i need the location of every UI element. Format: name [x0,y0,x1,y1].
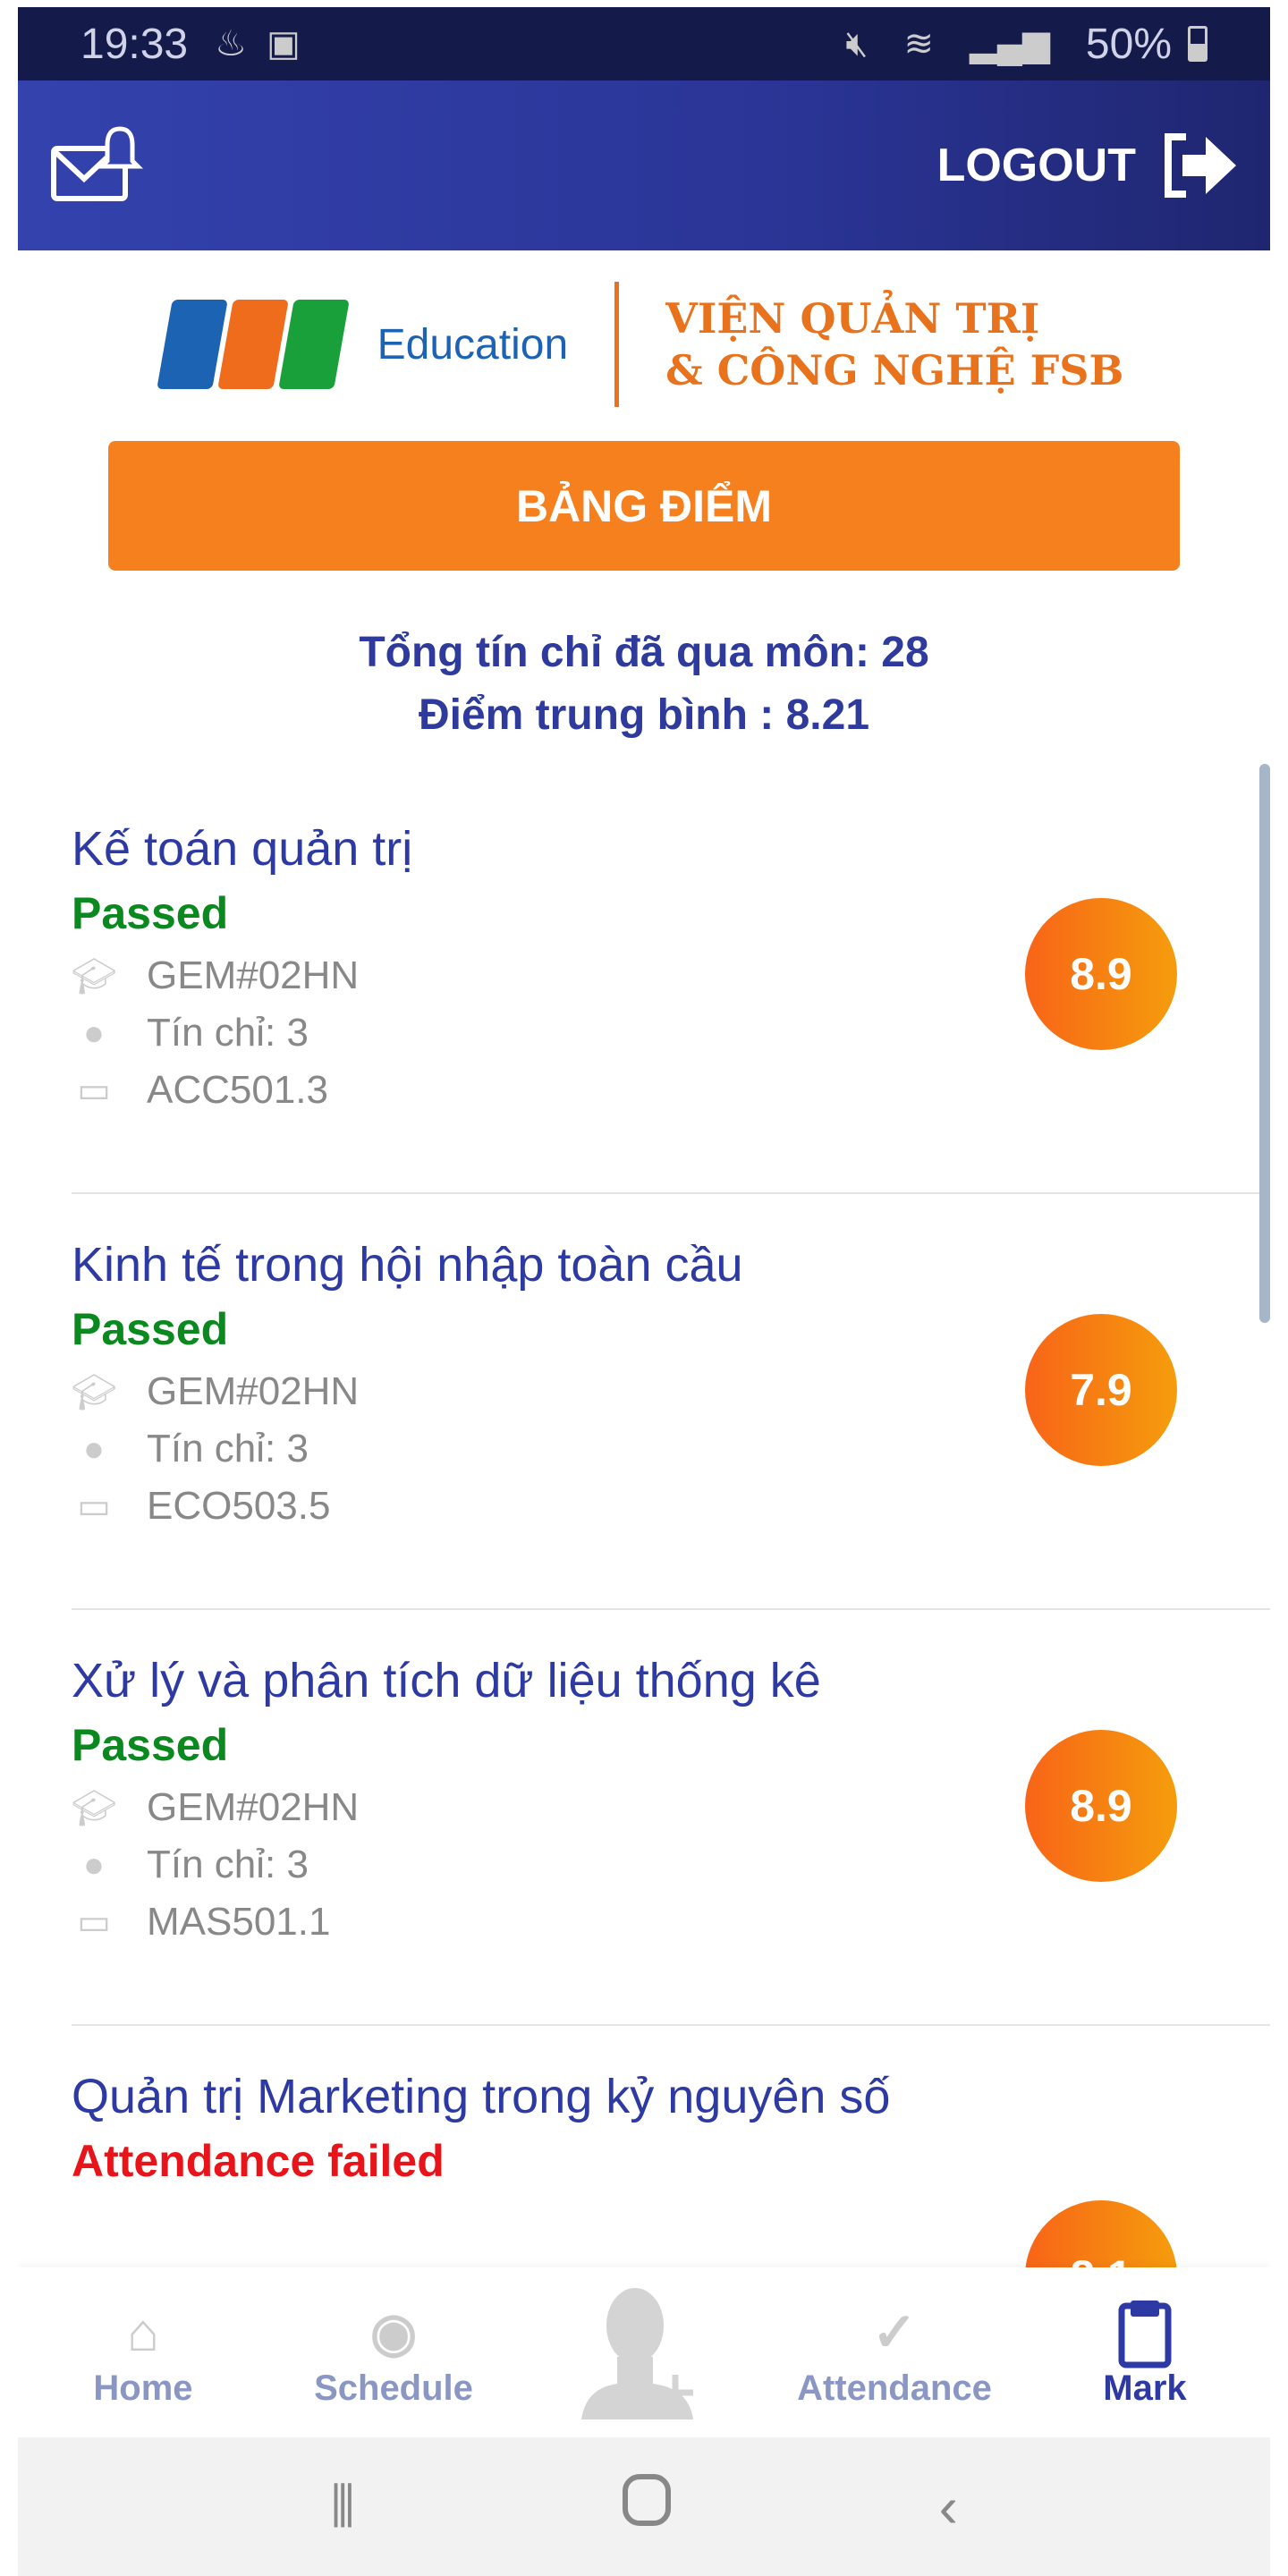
transcript-button[interactable]: BẢNG ĐIỂM [108,441,1180,571]
eye-icon: ◉ [369,2301,418,2362]
laptop-icon: ▭ [77,1487,111,1526]
institute-line-2: & CÔNG NGHỆ FSB [665,346,1124,394]
graduation-cap-icon: 🎓︎ [72,956,117,996]
score-badge: 8.9 [1025,1730,1177,1882]
course-name: Kế toán quản trị [72,822,413,876]
back-icon[interactable]: ‹ [939,2474,958,2540]
education-text: Education [377,320,569,369]
scrollbar[interactable] [1259,764,1270,1323]
status-bar: 19:33 ♨ ▣ 🔇︎ ≋ ▂▄▆ 50% [18,7,1270,80]
nav-attendance-label: Attendance [797,2368,992,2408]
course-status: Attendance failed [72,2136,445,2186]
recent-apps-icon[interactable]: ⦀ [330,2473,355,2540]
course-name: Xử lý và phân tích dữ liệu thống kê [72,1654,821,1707]
notification-icon: ♨ [215,24,247,64]
gpa: Điểm trung bình : 8.21 [418,691,870,739]
laptop-icon: ▭ [77,1071,111,1110]
course-name: Quản trị Marketing trong kỷ nguyên số [72,2070,891,2123]
institute-line-1: VIỆN QUẢN TRỊ [665,294,1040,343]
fpt-logo [156,300,350,389]
home-icon: ⌂ [126,2302,160,2362]
score-badge: 8.9 [1025,898,1177,1050]
clipboard-icon [1118,2300,1172,2368]
nav-profile[interactable] [519,2267,769,2437]
nav-schedule[interactable]: ◉ Schedule [268,2267,519,2437]
course-item[interactable]: Quản trị Marketing trong kỷ nguyên số At… [72,2026,1270,2267]
home-button-icon[interactable] [622,2473,672,2540]
course-code: ▭ ECO503.5 [72,1478,1270,1535]
credits-text: Tín chỉ: 3 [147,1427,309,1470]
battery-percent: 50% [1085,20,1172,68]
app-screen: 19:33 ♨ ▣ 🔇︎ ≋ ▂▄▆ 50% LOGOUT Education … [18,0,1270,2576]
mute-icon: 🔇︎ [845,23,869,64]
class-text: GEM#02HN [147,1369,360,1413]
bottom-nav: ⌂ Home ◉ Schedule ✓ Attendance Mark [18,2267,1270,2437]
nav-home[interactable]: ⌂ Home [18,2267,268,2437]
grade-summary: Tổng tín chỉ đã qua môn: 28 Điểm trung b… [18,622,1270,747]
nav-home-label: Home [93,2368,193,2408]
wifi-icon: ≋ [903,24,935,64]
user-circle-icon: ● [82,1428,106,1469]
mail-notification-icon[interactable] [48,123,147,208]
nav-schedule-label: Schedule [314,2368,473,2408]
logout-button[interactable]: LOGOUT [937,131,1240,199]
signal-icon: ▂▄▆ [970,24,1050,64]
code-text: MAS501.1 [147,1900,331,1944]
course-name: Kinh tế trong hội nhập toàn cầu [72,1238,743,1292]
laptop-icon: ▭ [77,1902,111,1942]
status-time: 19:33 [80,20,189,68]
graduation-cap-icon: 🎓︎ [72,1788,117,1828]
total-credits: Tổng tín chỉ đã qua môn: 28 [359,629,929,676]
course-code: ▭ MAS501.1 [72,1894,1270,1951]
institute-name: VIỆN QUẢN TRỊ & CÔNG NGHỆ FSB [665,292,1123,396]
nav-attendance[interactable]: ✓ Attendance [769,2267,1020,2437]
battery-icon [1188,26,1208,62]
nav-mark[interactable]: Mark [1020,2267,1270,2437]
class-text: GEM#02HN [147,1785,360,1829]
score-badge: 7.9 [1025,1314,1177,1466]
app-header: LOGOUT [18,80,1270,250]
add-user-icon [581,2288,693,2419]
nav-mark-label: Mark [1103,2368,1187,2408]
course-item[interactable]: Kế toán quản trị Passed 🎓︎ GEM#02HN ● Tín ch… [72,778,1270,1194]
class-text: GEM#02HN [147,953,360,997]
check-icon: ✓ [871,2301,918,2362]
logout-icon [1165,133,1236,198]
system-nav-bar: ⦀ ‹ [18,2437,1270,2576]
image-icon: ▣ [266,24,301,64]
course-list: Kế toán quản trị Passed 🎓︎ GEM#02HN ● Tín ch… [72,778,1270,2267]
logout-label: LOGOUT [936,140,1136,191]
credits-text: Tín chỉ: 3 [147,1011,309,1055]
code-text: ECO503.5 [147,1484,331,1528]
score-badge: 8.1 [1025,2200,1177,2267]
course-code: ▭ ACC501.3 [72,1062,1270,1119]
fpt-fsb-logo: Education VIỆN QUẢN TRỊ & CÔNG NGHỆ FSB [18,277,1270,411]
user-circle-icon: ● [82,1844,106,1885]
course-item[interactable]: Xử lý và phân tích dữ liệu thống kê Pass… [72,1610,1270,2026]
graduation-cap-icon: 🎓︎ [72,1372,117,1412]
credits-text: Tín chỉ: 3 [147,1843,309,1886]
code-text: ACC501.3 [147,1068,329,1112]
course-item[interactable]: Kinh tế trong hội nhập toàn cầu Passed 🎓︎… [72,1194,1270,1610]
user-circle-icon: ● [82,1013,106,1053]
logo-divider [614,282,620,407]
